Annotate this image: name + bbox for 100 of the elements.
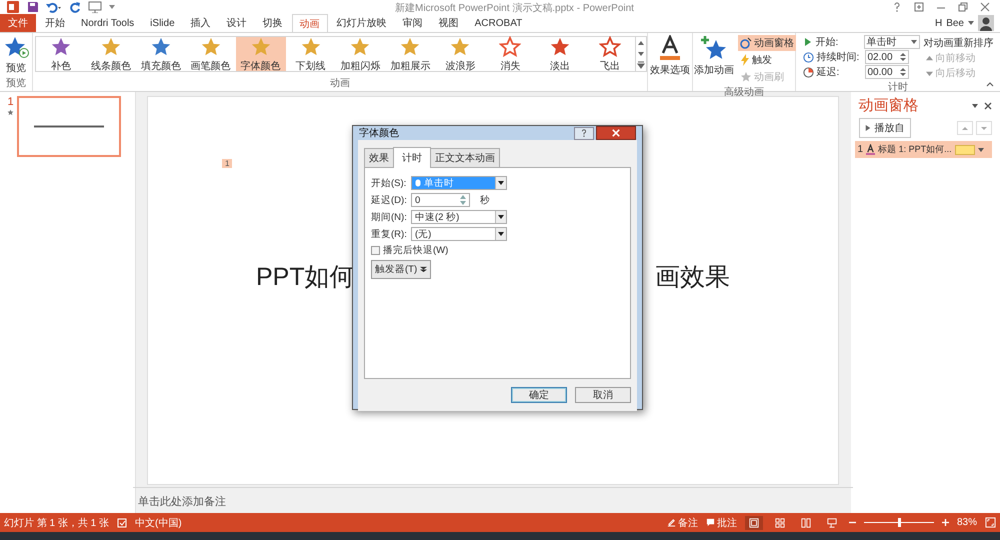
checkbox-label[interactable]: 播完后快退(W) [383, 244, 448, 257]
help-button[interactable] [574, 126, 594, 140]
redo-icon[interactable] [69, 1, 81, 13]
caret-icon[interactable] [972, 102, 978, 108]
slide-info: 幻灯片 第 1 张，共 1 张 [4, 516, 110, 530]
dialog-tab[interactable]: 正文文本动画 [430, 148, 500, 167]
close-button[interactable] [596, 126, 636, 140]
zoom-level[interactable]: 83% [956, 517, 977, 528]
field-label: 延迟(D): [371, 194, 407, 206]
spellcheck-icon[interactable] [117, 518, 128, 528]
caret-icon [498, 231, 504, 237]
avatar[interactable] [978, 15, 994, 31]
window-title: 新建Microsoft PowerPoint 演示文稿.pptx - PowerPoint [395, 2, 634, 15]
notes-icon [666, 518, 676, 527]
scroll-down-icon[interactable] [637, 50, 646, 58]
restore-icon[interactable] [958, 2, 968, 12]
ribbon-tab[interactable]: iSlide [143, 14, 182, 32]
view-icon [826, 518, 837, 528]
zoom-thumb[interactable] [898, 518, 901, 527]
dropdown[interactable]: (无) [411, 227, 507, 241]
ribbon-tab[interactable]: ACROBAT [468, 14, 530, 32]
star-icon [100, 36, 122, 58]
animation-option[interactable]: 飞出 [585, 37, 636, 71]
caret-icon [910, 39, 916, 45]
letter-underline-icon [658, 35, 682, 61]
comments-button[interactable]: 批注 [706, 516, 737, 530]
animation-option[interactable]: 填充颜色 [136, 37, 186, 71]
star-icon [50, 36, 72, 58]
animation-option[interactable]: 波浪形 [435, 37, 486, 71]
ribbon-tab[interactable]: 审阅 [396, 14, 430, 32]
customize-caret-icon[interactable] [109, 4, 115, 10]
animation-option[interactable]: 字体颜色 [236, 37, 286, 71]
preview-button[interactable]: 预览 [1, 33, 31, 75]
add-animation-button[interactable]: 添加动画 [692, 33, 736, 85]
presenter-icon[interactable] [88, 1, 102, 13]
ribbon-tab[interactable]: 切换 [256, 14, 290, 32]
language-label[interactable]: 中文(中国) [135, 516, 182, 530]
animation-option[interactable]: 加粗闪烁 [336, 37, 386, 71]
animation-pane-button[interactable]: 动画窗格 [738, 35, 796, 51]
thumbnail-text-drawing [34, 125, 104, 128]
close-icon[interactable] [984, 102, 992, 110]
unit-label: 秒 [480, 194, 490, 206]
animation-option[interactable]: 加粗展示 [385, 37, 436, 71]
ribbon-tab[interactable]: Nordri Tools [74, 14, 142, 32]
zoom-in-icon[interactable] [942, 519, 949, 526]
animation-option[interactable]: 下划线 [286, 37, 336, 71]
zoom-out-icon[interactable] [848, 519, 856, 526]
slide-number: 1 [7, 96, 14, 108]
ribbon-tab[interactable]: 设计 [220, 14, 254, 32]
animation-option[interactable]: 画笔颜色 [186, 37, 236, 71]
collapse-ribbon-icon[interactable] [986, 81, 994, 87]
caret-icon [498, 180, 504, 186]
view-button[interactable] [744, 516, 763, 530]
effect-options-button[interactable]: 效果选项 [648, 33, 692, 77]
ribbon-tab[interactable]: 插入 [184, 14, 218, 32]
slide-thumbnail[interactable] [17, 96, 121, 157]
file-tab[interactable]: 文件 [0, 14, 36, 32]
delay-field[interactable]: 0 [411, 193, 470, 207]
ribbon-tab[interactable]: 开始 [38, 14, 72, 32]
dropdown[interactable]: 中速(2 秒) [411, 210, 507, 224]
ribbon-tab[interactable]: 视图 [432, 14, 466, 32]
star-play-icon [3, 35, 29, 59]
ribbon-display-icon[interactable] [914, 2, 924, 12]
trigger-button[interactable]: 触发 [738, 52, 796, 68]
delay-field[interactable]: 00.00 [864, 65, 908, 79]
checkbox[interactable] [371, 246, 380, 255]
notes-button[interactable]: 备注 [666, 516, 698, 530]
spinner-icon [900, 52, 906, 62]
caret-icon[interactable] [978, 146, 984, 152]
move-down-button[interactable] [976, 121, 992, 135]
animation-option[interactable]: 补色 [36, 37, 86, 71]
up-triangle-icon [926, 54, 932, 62]
ribbon-tab[interactable]: 动画 [292, 14, 328, 32]
star-plus-icon [700, 35, 728, 61]
play-from-button[interactable]: 播放自 [858, 118, 910, 138]
duration-field[interactable]: 02.00 [864, 50, 908, 64]
caret-icon[interactable] [968, 20, 974, 26]
undo-icon[interactable] [46, 1, 62, 13]
cancel-button[interactable]: 取消 [575, 387, 631, 403]
gallery-more-icon[interactable] [637, 61, 646, 70]
animation-option[interactable]: 线条颜色 [86, 37, 136, 71]
animation-option[interactable]: 淡出 [535, 37, 586, 71]
animation-option[interactable]: 消失 [485, 37, 536, 71]
help-icon [580, 129, 588, 137]
move-up-button[interactable] [957, 121, 973, 135]
dialog-tab[interactable]: 计时 [393, 147, 431, 168]
close-icon[interactable] [980, 2, 990, 12]
save-icon[interactable] [27, 1, 39, 13]
triggers-button[interactable]: 触发器(T) [371, 260, 432, 279]
dialog-tab[interactable]: 效果 [364, 148, 394, 167]
fit-to-window-icon[interactable] [985, 517, 996, 528]
start-dropdown[interactable]: 单击时 [864, 35, 920, 49]
help-icon[interactable] [892, 2, 902, 12]
animation-list-item[interactable]: 1 标题 1: PPT如何... [854, 141, 992, 158]
caret-icon [498, 214, 504, 220]
star-icon [599, 36, 622, 58]
ribbon-tab[interactable]: 幻灯片放映 [330, 14, 394, 32]
ok-button[interactable]: 确定 [511, 387, 567, 403]
scroll-up-icon[interactable] [637, 38, 646, 47]
user-name[interactable]: Bee [946, 18, 964, 28]
